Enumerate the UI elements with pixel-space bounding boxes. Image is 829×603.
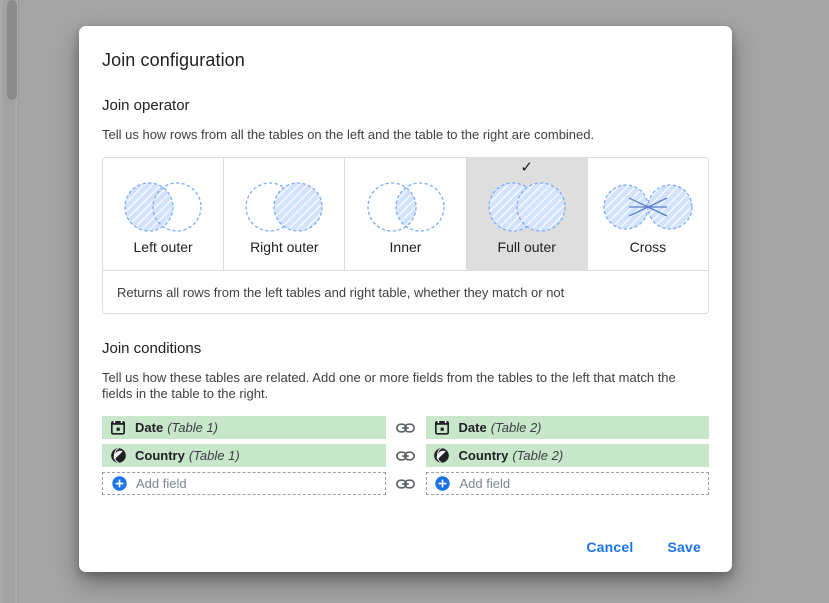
- globe-icon: [434, 448, 450, 464]
- field-chip-right[interactable]: Country (Table 2): [425, 444, 709, 467]
- field-source-table: (Table 2): [490, 420, 542, 435]
- save-button[interactable]: Save: [660, 531, 710, 563]
- join-operator-options: Left outer Right outer Inner ✓ Full outer Cro…: [102, 157, 709, 271]
- join-operator-label: Inner: [389, 239, 422, 255]
- cancel-button[interactable]: Cancel: [578, 531, 641, 563]
- field-chip-left[interactable]: Country (Table 1): [102, 444, 386, 467]
- join-condition-row: Country (Table 1) Country (Table 2): [102, 444, 709, 467]
- field-name: Country: [135, 448, 185, 463]
- join-conditions-heading: Join conditions: [102, 340, 202, 357]
- page-scrollbar-thumb[interactable]: [7, 0, 17, 100]
- venn-left-outer-icon: [115, 179, 211, 235]
- join-conditions-list: Date (Table 1) Date (Table 2) Country (Table …: [102, 416, 709, 495]
- field-name: Date: [458, 420, 487, 435]
- join-operator-option-left-outer[interactable]: Left outer: [103, 158, 225, 270]
- join-condition-row: Add field Add field: [102, 472, 709, 495]
- join-conditions-helper-text: Tell us how these tables are related. Ad…: [102, 370, 676, 401]
- dialog-actions: Cancel Save: [102, 531, 709, 563]
- join-operator-label: Right outer: [250, 239, 319, 255]
- join-operator-label: Cross: [629, 239, 667, 255]
- join-operator-option-right-outer[interactable]: Right outer: [224, 158, 346, 270]
- join-operator-option-cross[interactable]: Cross: [587, 158, 708, 270]
- venn-inner-icon: [358, 179, 454, 235]
- join-configuration-dialog: Join configuration Join operator Tell us…: [79, 26, 732, 572]
- link-icon: [386, 477, 426, 491]
- calendar-icon: [110, 420, 126, 436]
- join-operator-description: Returns all rows from the left tables an…: [102, 271, 709, 314]
- page-scrollbar-track[interactable]: [3, 0, 17, 603]
- add-circle-icon: [435, 476, 451, 492]
- calendar-icon: [434, 420, 450, 436]
- field-name: Add field: [459, 476, 511, 491]
- join-operator-helper-text: Tell us how rows from all the tables on …: [102, 127, 595, 142]
- venn-cross-icon: [600, 179, 696, 235]
- join-operator-heading: Join operator: [102, 97, 190, 114]
- venn-full-outer-icon: [479, 179, 575, 235]
- join-operator-option-inner[interactable]: Inner: [345, 158, 467, 270]
- field-source-table: (Table 1): [167, 420, 219, 435]
- check-icon: ✓: [520, 159, 533, 176]
- field-source-table: (Table 1): [188, 448, 240, 463]
- field-chip-left[interactable]: Date (Table 1): [102, 416, 386, 439]
- field-name: Add field: [136, 476, 187, 491]
- add-field-button-left[interactable]: Add field: [102, 472, 386, 495]
- join-condition-row: Date (Table 1) Date (Table 2): [102, 416, 709, 439]
- link-icon: [386, 421, 426, 435]
- page-title: Join configuration: [102, 50, 245, 70]
- join-operator-label: Left outer: [133, 239, 193, 255]
- globe-icon: [110, 448, 126, 464]
- link-icon: [386, 449, 426, 463]
- join-operator-label: Full outer: [497, 239, 556, 255]
- field-source-table: (Table 2): [512, 448, 564, 463]
- add-field-button-right[interactable]: Add field: [425, 472, 709, 495]
- venn-right-outer-icon: [236, 179, 332, 235]
- join-operator-option-full-outer[interactable]: ✓ Full outer: [466, 158, 588, 270]
- add-circle-icon: [111, 476, 127, 492]
- field-chip-right[interactable]: Date (Table 2): [425, 416, 709, 439]
- field-name: Country: [458, 448, 509, 463]
- field-name: Date: [135, 420, 164, 435]
